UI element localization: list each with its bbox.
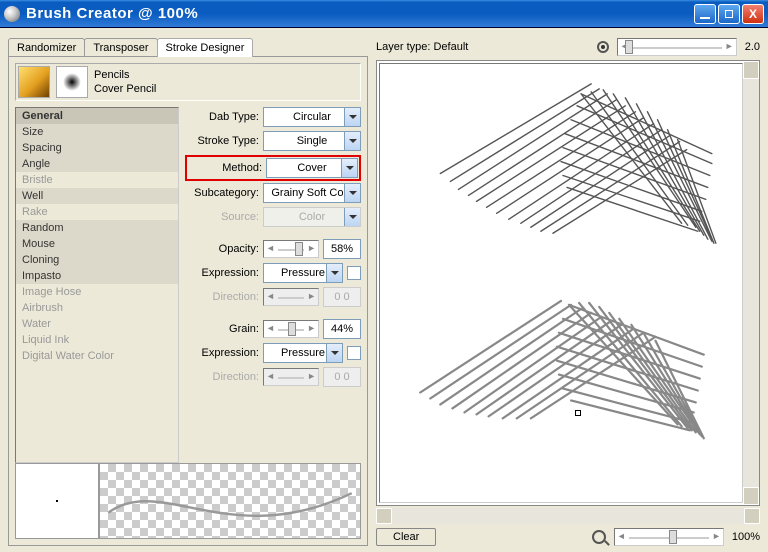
grain-label: Grain: bbox=[185, 323, 259, 335]
source-label: Source: bbox=[185, 211, 259, 223]
opacity-label: Opacity: bbox=[185, 243, 259, 255]
expression2-checkbox[interactable] bbox=[347, 346, 361, 360]
category-item: Rake bbox=[16, 204, 178, 220]
category-item[interactable]: Mouse bbox=[16, 236, 178, 252]
direction1-value: 0 0 bbox=[323, 287, 361, 307]
canvas[interactable] bbox=[379, 63, 743, 503]
stroke-preview bbox=[99, 463, 361, 539]
dab-type-label: Dab Type: bbox=[185, 111, 259, 123]
category-item[interactable]: Cloning bbox=[16, 252, 178, 268]
category-item[interactable]: Random bbox=[16, 220, 178, 236]
layer-type-radio[interactable] bbox=[597, 41, 609, 53]
dab-type-select[interactable]: Circular bbox=[263, 107, 361, 127]
app-icon bbox=[4, 6, 20, 22]
soft-dab-icon[interactable] bbox=[56, 66, 88, 98]
category-item: Digital Water Color bbox=[16, 348, 178, 364]
direction1-label: Direction: bbox=[185, 291, 259, 303]
category-item[interactable]: General bbox=[16, 108, 178, 124]
subcategory-label: Subcategory: bbox=[185, 187, 259, 199]
window-title: Brush Creator @ 100% bbox=[26, 5, 694, 22]
stroke-type-label: Stroke Type: bbox=[185, 135, 259, 147]
zoom-slider[interactable]: ◄► bbox=[614, 528, 724, 546]
grain-slider[interactable]: ◄► bbox=[263, 320, 319, 338]
brush-size-slider[interactable]: ◄► bbox=[617, 38, 737, 56]
category-item[interactable]: Angle bbox=[16, 156, 178, 172]
category-list[interactable]: GeneralSizeSpacingAngleBristleWellRakeRa… bbox=[15, 107, 179, 463]
category-item: Bristle bbox=[16, 172, 178, 188]
zoom-value: 100% bbox=[732, 531, 760, 543]
tab-transposer[interactable]: Transposer bbox=[84, 38, 157, 57]
maximize-button[interactable] bbox=[718, 4, 740, 24]
close-button[interactable]: X bbox=[742, 4, 764, 24]
expression2-label: Expression: bbox=[185, 347, 259, 359]
category-item: Airbrush bbox=[16, 300, 178, 316]
canvas-frame bbox=[376, 60, 760, 506]
opacity-value[interactable]: 58% bbox=[323, 239, 361, 259]
method-select[interactable]: Cover bbox=[266, 158, 358, 178]
vertical-scrollbar[interactable] bbox=[743, 61, 759, 505]
stroke-type-select[interactable]: Single bbox=[263, 131, 361, 151]
direction1-slider: ◄► bbox=[263, 288, 319, 306]
tab-randomizer[interactable]: Randomizer bbox=[8, 38, 85, 57]
brush-variant-label: Cover Pencil bbox=[94, 82, 156, 96]
opacity-slider[interactable]: ◄► bbox=[263, 240, 319, 258]
method-label: Method: bbox=[188, 162, 262, 174]
properties-pane: Dab Type: Circular Stroke Type: Single M… bbox=[185, 107, 361, 463]
brush-category-label: Pencils bbox=[94, 68, 156, 82]
brush-size-value: 2.0 bbox=[745, 41, 760, 53]
layer-type-label: Layer type: Default bbox=[376, 41, 468, 53]
tabstrip: Randomizer Transposer Stroke Designer bbox=[8, 38, 368, 57]
expression1-label: Expression: bbox=[185, 267, 259, 279]
category-item[interactable]: Well bbox=[16, 188, 178, 204]
pencil-icon[interactable] bbox=[18, 66, 50, 98]
horizontal-scrollbar[interactable] bbox=[376, 508, 760, 524]
category-item: Water bbox=[16, 316, 178, 332]
category-item: Liquid Ink bbox=[16, 332, 178, 348]
direction2-slider: ◄► bbox=[263, 368, 319, 386]
brush-header: Pencils Cover Pencil bbox=[15, 63, 361, 101]
category-item[interactable]: Impasto bbox=[16, 268, 178, 284]
dab-preview bbox=[15, 463, 99, 539]
source-select: Color bbox=[263, 207, 361, 227]
zoom-icon bbox=[592, 530, 606, 544]
cursor-icon bbox=[575, 410, 581, 416]
category-item: Image Hose bbox=[16, 284, 178, 300]
category-item[interactable]: Spacing bbox=[16, 140, 178, 156]
subcategory-select[interactable]: Grainy Soft Co... bbox=[263, 183, 361, 203]
minimize-button[interactable] bbox=[694, 4, 716, 24]
direction2-value: 0 0 bbox=[323, 367, 361, 387]
category-item[interactable]: Size bbox=[16, 124, 178, 140]
grain-value[interactable]: 44% bbox=[323, 319, 361, 339]
expression1-checkbox[interactable] bbox=[347, 266, 361, 280]
direction2-label: Direction: bbox=[185, 371, 259, 383]
stroke-designer-panel: Pencils Cover Pencil GeneralSizeSpacingA… bbox=[8, 56, 368, 546]
clear-button[interactable]: Clear bbox=[376, 528, 436, 546]
expression2-select[interactable]: Pressure bbox=[263, 343, 343, 363]
tab-stroke-designer[interactable]: Stroke Designer bbox=[157, 38, 254, 57]
titlebar: Brush Creator @ 100% X bbox=[0, 0, 768, 28]
expression1-select[interactable]: Pressure bbox=[263, 263, 343, 283]
